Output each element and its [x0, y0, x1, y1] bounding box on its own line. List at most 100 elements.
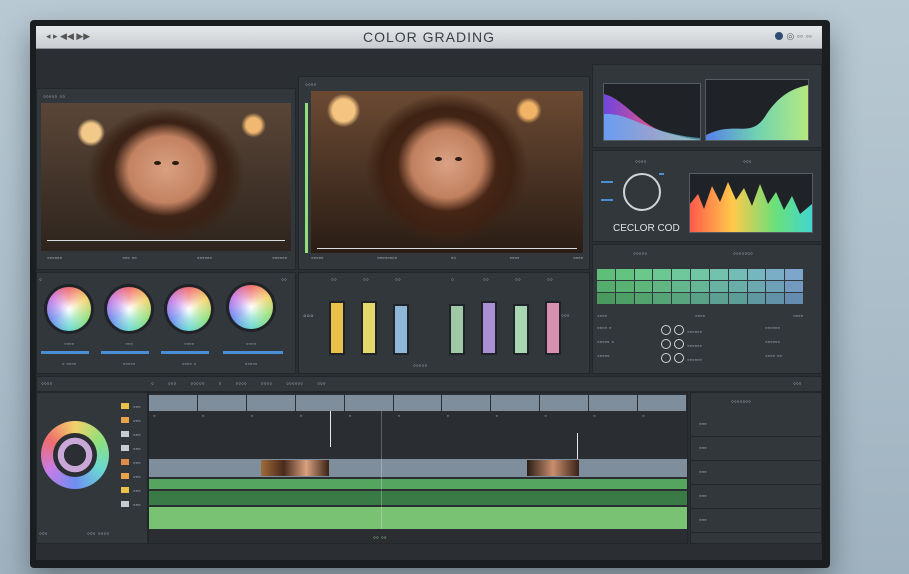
- title-bar-right-controls[interactable]: ◎ ◦◦ ◦◦: [775, 31, 812, 42]
- color-swatch[interactable]: [747, 281, 766, 292]
- track-list-item[interactable]: ◦◦◦: [117, 431, 140, 445]
- timeline-header-item[interactable]: ◦: [219, 379, 222, 388]
- timeline-header-item[interactable]: ◦◦◦◦◦: [190, 379, 204, 388]
- right-panel-row[interactable]: ◦◦◦: [691, 485, 821, 509]
- source-viewer-frame[interactable]: [41, 103, 291, 251]
- channel-level-bar[interactable]: [481, 301, 497, 355]
- track-list-item[interactable]: ◦◦◦: [117, 403, 140, 417]
- channel-level-bar[interactable]: [361, 301, 377, 355]
- gain-slider[interactable]: [161, 351, 209, 354]
- program-footer-item[interactable]: ◦◦: [451, 255, 456, 267]
- color-swatch[interactable]: [691, 269, 709, 280]
- color-swatch[interactable]: [653, 269, 672, 280]
- channel-level-bar[interactable]: [329, 301, 345, 355]
- timeline-header-item[interactable]: ◦: [151, 379, 154, 388]
- swatch-row-toggle[interactable]: ◦◦◦◦◦◦: [661, 325, 702, 336]
- color-swatch[interactable]: [728, 293, 747, 304]
- scrub-line[interactable]: [317, 248, 577, 249]
- timeline-header-item[interactable]: ◦◦◦◦: [235, 379, 246, 388]
- color-swatch[interactable]: [766, 269, 785, 280]
- program-footer-item[interactable]: ◦◦◦◦◦◦◦◦: [377, 255, 397, 267]
- color-swatch[interactable]: [728, 281, 747, 292]
- color-swatch[interactable]: [691, 281, 709, 292]
- color-swatch[interactable]: [785, 269, 803, 280]
- gamma-slider[interactable]: [101, 351, 149, 354]
- color-swatch[interactable]: [672, 269, 691, 280]
- color-swatch[interactable]: [766, 281, 785, 292]
- track-list-item[interactable]: ◦◦◦: [117, 501, 140, 515]
- color-swatch[interactable]: [747, 269, 766, 280]
- color-swatch[interactable]: [766, 293, 785, 304]
- clip-thumbnail[interactable]: [261, 460, 329, 476]
- swatch-row-value[interactable]: ◦◦◦◦◦◦: [765, 325, 780, 332]
- track-list-item[interactable]: ◦◦◦: [117, 459, 140, 473]
- source-footer-item[interactable]: ◦◦◦◦◦◦: [272, 255, 287, 267]
- offset-slider[interactable]: [223, 351, 283, 354]
- color-swatch[interactable]: [785, 293, 803, 304]
- offset-color-wheel[interactable]: [229, 285, 273, 329]
- timeline-header-item[interactable]: ◦◦◦◦◦◦: [286, 379, 303, 388]
- color-swatch[interactable]: [709, 293, 728, 304]
- color-swatch[interactable]: [634, 293, 653, 304]
- channel-top-label: ◦◦: [547, 275, 553, 284]
- lift-slider[interactable]: [41, 351, 89, 354]
- program-viewer-frame[interactable]: [311, 91, 583, 253]
- color-swatch[interactable]: [653, 293, 672, 304]
- audio-track-3[interactable]: [149, 507, 687, 529]
- color-swatch[interactable]: [634, 269, 653, 280]
- track-list-item[interactable]: ◦◦◦: [117, 417, 140, 431]
- color-swatch[interactable]: [672, 281, 691, 292]
- swatch-row-toggle[interactable]: ◦◦◦◦◦◦: [661, 353, 702, 364]
- color-swatch[interactable]: [597, 281, 615, 292]
- primary-color-wheel[interactable]: [41, 421, 109, 489]
- color-swatch[interactable]: [653, 281, 672, 292]
- timeline-ruler[interactable]: ◦ ◦ ◦ ◦ ◦ ◦ ◦ ◦ ◦ ◦ ◦: [149, 395, 687, 420]
- color-swatch[interactable]: [597, 269, 615, 280]
- color-swatch[interactable]: [615, 281, 634, 292]
- swatch-row-value[interactable]: ◦◦◦◦ ◦◦: [765, 353, 782, 360]
- playhead[interactable]: [330, 411, 331, 447]
- track-list-item[interactable]: ◦◦◦: [117, 487, 140, 501]
- timeline-header-item[interactable]: ◦◦◦◦: [261, 379, 272, 388]
- track-list-item[interactable]: ◦◦◦: [117, 473, 140, 487]
- color-swatch[interactable]: [709, 281, 728, 292]
- color-swatch[interactable]: [691, 293, 709, 304]
- audio-track-1[interactable]: [149, 479, 687, 489]
- scrub-line[interactable]: [47, 240, 285, 241]
- source-footer-item[interactable]: ◦◦◦◦◦◦: [47, 255, 62, 267]
- source-footer-item[interactable]: ◦◦◦ ◦◦: [122, 255, 136, 267]
- gain-color-wheel[interactable]: [167, 287, 211, 331]
- color-swatch[interactable]: [615, 293, 634, 304]
- timeline-header-item[interactable]: ◦◦◦: [168, 379, 177, 388]
- color-swatch[interactable]: [747, 293, 766, 304]
- right-panel-row[interactable]: ◦◦◦: [691, 509, 821, 533]
- clip-thumbnail[interactable]: [527, 460, 579, 476]
- right-panel-row[interactable]: ◦◦◦: [691, 437, 821, 461]
- bottom-left-label[interactable]: ◦◦◦ ◦◦◦◦: [87, 529, 109, 538]
- channel-level-bar[interactable]: [449, 304, 465, 355]
- swatch-row-toggle[interactable]: ◦◦◦◦◦◦: [661, 339, 702, 350]
- vectorscope-circle[interactable]: [623, 173, 661, 211]
- program-footer-item[interactable]: ◦◦◦◦◦: [311, 255, 323, 267]
- right-panel-row[interactable]: ◦◦◦: [691, 413, 821, 437]
- track-list-item[interactable]: ◦◦◦: [117, 445, 140, 459]
- program-footer-item[interactable]: ◦◦◦◦: [509, 255, 519, 267]
- color-swatch[interactable]: [728, 269, 747, 280]
- source-footer-item[interactable]: ◦◦◦◦◦◦: [197, 255, 212, 267]
- audio-track-2[interactable]: [149, 491, 687, 505]
- color-swatch[interactable]: [597, 293, 615, 304]
- channel-level-bar[interactable]: [393, 304, 409, 355]
- channel-level-bar[interactable]: [513, 304, 529, 355]
- color-swatch[interactable]: [709, 269, 728, 280]
- color-swatch[interactable]: [634, 281, 653, 292]
- color-swatch[interactable]: [615, 269, 634, 280]
- channel-level-bar[interactable]: [545, 301, 561, 355]
- right-panel-row[interactable]: ◦◦◦: [691, 461, 821, 485]
- lift-color-wheel[interactable]: [47, 287, 91, 331]
- program-footer-item[interactable]: ◦◦◦◦: [573, 255, 583, 267]
- timeline-header-item[interactable]: ◦◦◦: [317, 379, 326, 388]
- color-swatch[interactable]: [672, 293, 691, 304]
- gamma-color-wheel[interactable]: [107, 287, 151, 331]
- swatch-row-value[interactable]: ◦◦◦◦◦◦: [765, 339, 780, 346]
- color-swatch[interactable]: [785, 281, 803, 292]
